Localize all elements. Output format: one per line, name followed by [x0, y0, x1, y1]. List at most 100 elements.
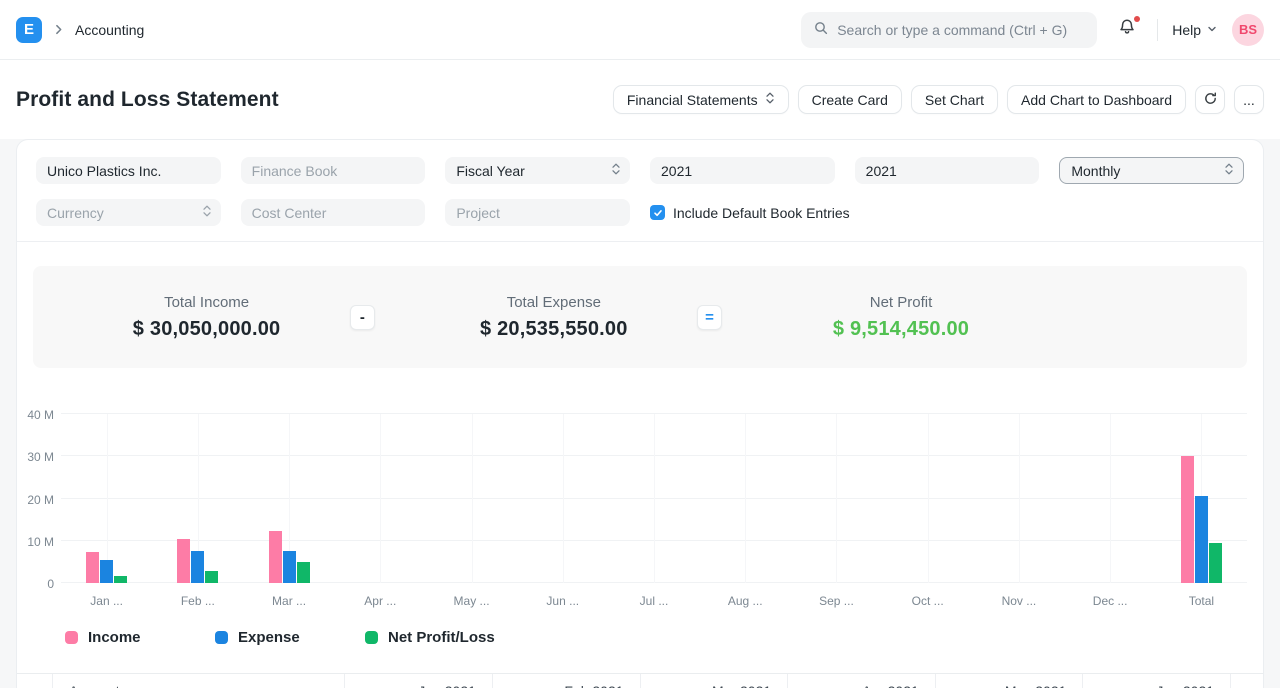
table-column-header[interactable]: Jun 2021 [1083, 674, 1232, 688]
metric-value: $ 9,514,450.00 [832, 317, 970, 340]
x-axis-tick-label: Oct ... [911, 594, 944, 608]
period-basis-value: Fiscal Year [456, 162, 525, 179]
bar-net-profit-loss[interactable] [296, 562, 310, 583]
currency-select[interactable]: Currency [36, 199, 221, 226]
company-filter-input[interactable] [36, 157, 221, 184]
create-card-button[interactable]: Create Card [797, 85, 902, 114]
table-column-header[interactable]: May 2021 [936, 674, 1084, 688]
chevron-right-icon [52, 23, 65, 36]
x-gridline [745, 414, 747, 583]
avatar[interactable]: BS [1232, 13, 1264, 46]
breadcrumb[interactable]: Accounting [75, 22, 144, 38]
x-axis-tick-label: Sep ... [819, 594, 854, 608]
bar-net-profit-loss[interactable] [114, 575, 128, 583]
help-label: Help [1172, 21, 1201, 38]
chart-legend: Income Expense Net Profit/Loss [65, 629, 1263, 646]
chart-x-axis-labels: Jan ... Feb ... Mar ... Apr ... May ... Jun .… [61, 594, 1247, 614]
periodicity-value: Monthly [1071, 162, 1121, 179]
x-gridline [654, 414, 655, 583]
net-profit-swatch-icon [365, 631, 378, 644]
table-column-header[interactable]: Jan 2021 [345, 674, 493, 688]
legend-label: Net Profit/Loss [388, 629, 495, 646]
report-group-select[interactable]: Financial Statements [612, 85, 789, 114]
report-container: Fiscal Year Monthly Currency [16, 139, 1264, 688]
table-index-column-header [17, 674, 53, 688]
metric-label: Total Income [164, 293, 250, 311]
notification-dot [1134, 16, 1141, 22]
period-basis-select[interactable]: Fiscal Year [445, 157, 630, 184]
income-swatch-icon [65, 631, 78, 644]
page-head: Profit and Loss Statement Financial Stat… [0, 60, 1280, 139]
y-axis-tick-label: 10 M [27, 534, 54, 549]
notifications-button[interactable] [1111, 13, 1143, 46]
page-title: Profit and Loss Statement [16, 87, 279, 111]
add-chart-to-dashboard-button[interactable]: Add Chart to Dashboard [1007, 85, 1186, 114]
legend-item-expense[interactable]: Expense [215, 629, 301, 646]
bar-expense[interactable] [282, 551, 296, 583]
project-filter-input[interactable] [445, 199, 630, 226]
bar-income[interactable] [268, 530, 282, 583]
x-gridline [106, 414, 108, 583]
x-gridline [562, 414, 564, 583]
bar-expense[interactable] [191, 551, 205, 583]
legend-item-net-profit[interactable]: Net Profit/Loss [365, 629, 495, 646]
app-logo-icon[interactable]: E [16, 16, 42, 43]
report-group-label: Financial Statements [626, 91, 758, 108]
total-expense-metric: Total Expense $ 20,535,550.00 [380, 266, 727, 368]
chevron-updown-icon [1224, 162, 1234, 179]
search-input[interactable]: Search or type a command (Ctrl + G) [801, 11, 1098, 48]
metric-value: $ 30,050,000.00 [132, 317, 281, 340]
bar-income[interactable] [86, 552, 100, 583]
table-column-header-account[interactable]: Account [53, 674, 346, 688]
cost-center-filter-input[interactable] [240, 199, 426, 226]
to-fiscal-year-input[interactable] [854, 157, 1040, 184]
more-menu-button[interactable]: ... [1234, 85, 1264, 114]
expense-swatch-icon [215, 631, 228, 644]
checkbox-checked-icon [650, 205, 665, 220]
x-axis-tick-label: Total [1188, 594, 1215, 608]
bell-icon [1117, 19, 1137, 41]
bar-income[interactable] [177, 539, 191, 583]
metric-label: Total Expense [506, 293, 601, 311]
table-column-header[interactable]: Apr 2021 [788, 674, 936, 688]
search-placeholder: Search or type a command (Ctrl + G) [837, 21, 1068, 38]
report-summary: Total Income $ 30,050,000.00 Total Expen… [33, 266, 1247, 368]
bar-income[interactable] [1180, 456, 1194, 583]
ellipsis-icon: ... [1243, 91, 1255, 108]
bar-net-profit-loss[interactable] [205, 570, 219, 583]
filter-section: Fiscal Year Monthly Currency [17, 140, 1263, 242]
page-area: Fiscal Year Monthly Currency [0, 139, 1280, 688]
y-axis-tick-label: 40 M [27, 408, 54, 422]
bar-expense[interactable] [100, 559, 114, 583]
legend-item-income[interactable]: Income [65, 629, 151, 646]
refresh-button[interactable] [1195, 85, 1225, 114]
chevron-updown-icon [611, 162, 621, 179]
currency-placeholder: Currency [47, 204, 104, 221]
include-default-book-entries-checkbox[interactable]: Include Default Book Entries [650, 199, 1039, 226]
help-menu-button[interactable]: Help [1172, 22, 1218, 38]
x-axis-tick-label: Aug ... [727, 594, 763, 608]
chevron-updown-icon [765, 91, 775, 108]
table-column-header[interactable]: Feb 2021 [493, 674, 641, 688]
legend-label: Expense [238, 629, 300, 646]
x-axis-tick-label: Jun ... [546, 594, 580, 608]
chart-plot-area[interactable]: 0 10 M 20 M 30 M 40 M [27, 408, 1247, 591]
set-chart-button[interactable]: Set Chart [910, 85, 999, 114]
x-gridline [471, 414, 473, 583]
periodicity-select[interactable]: Monthly [1059, 157, 1244, 184]
x-axis-tick-label: Feb ... [180, 594, 215, 608]
bar-expense[interactable] [1194, 496, 1208, 583]
finance-book-filter-input[interactable] [240, 157, 426, 184]
y-axis-tick-label: 0 [47, 577, 54, 591]
minus-operator-icon: - [349, 305, 375, 330]
x-axis-tick-label: Jan ... [90, 594, 123, 608]
x-gridline [927, 414, 929, 583]
chevron-down-icon [1206, 22, 1218, 38]
table-column-header[interactable]: Mar 2021 [641, 674, 789, 688]
x-gridline [1018, 414, 1020, 583]
x-gridline [836, 414, 838, 583]
from-fiscal-year-input[interactable] [650, 157, 835, 184]
x-axis-tick-label: Apr ... [364, 594, 397, 608]
refresh-icon [1203, 91, 1218, 109]
bar-net-profit-loss[interactable] [1208, 542, 1222, 583]
